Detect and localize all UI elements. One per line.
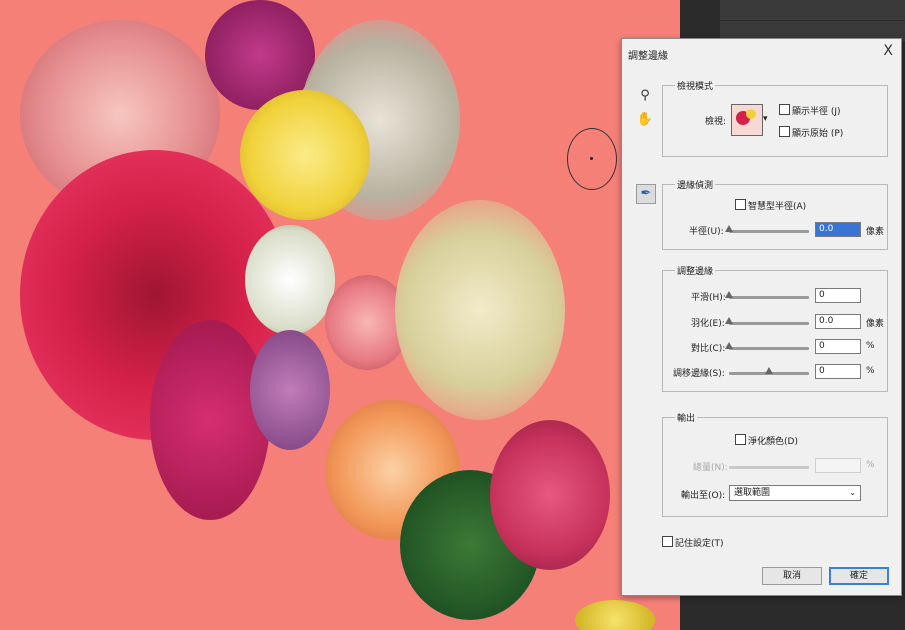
view-label: 檢視: xyxy=(705,117,727,127)
amount-unit: % xyxy=(866,460,875,470)
shift-edge-slider-thumb[interactable] xyxy=(765,367,773,374)
show-radius-checkbox[interactable] xyxy=(779,104,790,115)
decontaminate-checkbox[interactable] xyxy=(735,434,746,445)
view-thumbnail[interactable] xyxy=(731,104,763,136)
radius-slider-thumb[interactable] xyxy=(725,225,733,232)
amount-slider xyxy=(729,466,809,469)
view-mode-group: 檢視模式 檢視: ▾ 顯示半徑 (J) 顯示原始 (P) xyxy=(662,79,888,157)
yellow-bud xyxy=(575,600,655,630)
show-original-checkbox[interactable] xyxy=(779,126,790,137)
refine-edge-dialog: 調整邊緣 X ⚲ ✋ ✒ 檢視模式 檢視: ▾ 顯示半徑 (J) 顯示原始 (P… xyxy=(621,38,902,596)
magenta-petals xyxy=(150,320,270,520)
radius-label: 半徑(U): xyxy=(689,227,724,237)
contrast-slider-thumb[interactable] xyxy=(725,342,733,349)
smooth-label: 平滑(H): xyxy=(691,293,726,303)
contrast-label: 對比(C): xyxy=(691,344,726,354)
hand-tool-icon[interactable]: ✋ xyxy=(636,111,654,129)
feather-label: 羽化(E): xyxy=(691,319,725,329)
decontaminate-label: 淨化顏色(D) xyxy=(748,437,798,447)
contrast-input[interactable]: 0 xyxy=(815,339,861,354)
output-to-select[interactable]: 選取範圍 ⌄ xyxy=(729,485,861,501)
show-radius-label: 顯示半徑 (J) xyxy=(792,107,841,117)
smooth-slider[interactable] xyxy=(729,296,809,299)
shift-edge-input[interactable]: 0 xyxy=(815,364,861,379)
output-to-label: 輸出至(O): xyxy=(681,491,726,501)
output-to-value: 選取範圍 xyxy=(734,488,771,498)
adjust-edge-group: 調整邊緣 平滑(H): 0 羽化(E): 0.0 像素 對比(C): 0 % 調… xyxy=(662,264,888,392)
amount-input xyxy=(815,458,861,473)
view-dropdown-arrow-icon[interactable]: ▾ xyxy=(763,114,768,124)
radius-input[interactable]: 0.0 xyxy=(815,222,861,237)
smart-radius-checkbox[interactable] xyxy=(735,199,746,210)
show-original-label: 顯示原始 (P) xyxy=(792,129,844,139)
image-canvas[interactable] xyxy=(0,0,680,630)
shift-edge-label: 調移邊緣(S): xyxy=(673,369,725,379)
chevron-down-icon: ⌄ xyxy=(849,488,856,497)
refine-radius-tool-icon[interactable]: ✒ xyxy=(636,184,656,204)
adjust-edge-title: 調整邊緣 xyxy=(675,264,716,277)
view-mode-title: 檢視模式 xyxy=(675,79,716,92)
remember-settings-checkbox[interactable] xyxy=(662,536,673,547)
purple-flowers xyxy=(250,330,330,450)
cancel-button[interactable]: 取消 xyxy=(762,567,822,585)
cream-flowers xyxy=(395,200,565,420)
smooth-slider-thumb[interactable] xyxy=(725,291,733,298)
close-button[interactable]: X xyxy=(883,43,893,59)
shift-edge-unit: % xyxy=(866,366,875,376)
feather-unit: 像素 xyxy=(866,319,885,329)
contrast-slider[interactable] xyxy=(729,347,809,350)
output-title: 輸出 xyxy=(675,411,698,424)
brush-cursor xyxy=(567,128,617,190)
remember-settings-label: 記住設定(T) xyxy=(675,539,724,549)
edge-detection-group: 邊緣偵測 智慧型半徑(A) 半徑(U): 0.0 像素 xyxy=(662,178,888,250)
feather-slider[interactable] xyxy=(729,322,809,325)
pink-rose-right xyxy=(490,420,610,570)
smart-radius-label: 智慧型半徑(A) xyxy=(748,202,807,212)
smooth-input[interactable]: 0 xyxy=(815,288,861,303)
contrast-unit: % xyxy=(866,341,875,351)
radius-slider[interactable] xyxy=(729,230,809,233)
amount-label: 總量(N): xyxy=(693,463,728,473)
radius-unit: 像素 xyxy=(866,227,885,237)
feather-input[interactable]: 0.0 xyxy=(815,314,861,329)
feather-slider-thumb[interactable] xyxy=(725,317,733,324)
ok-button[interactable]: 確定 xyxy=(829,567,889,585)
layer-row[interactable] xyxy=(720,0,905,20)
output-group: 輸出 淨化顏色(D) 總量(N): % 輸出至(O): 選取範圍 ⌄ xyxy=(662,411,888,517)
dialog-title: 調整邊緣 xyxy=(628,51,668,62)
edge-detection-title: 邊緣偵測 xyxy=(675,178,716,191)
zoom-tool-icon[interactable]: ⚲ xyxy=(636,87,654,105)
yellow-rose xyxy=(240,90,370,220)
white-flowers-mid xyxy=(245,225,335,335)
